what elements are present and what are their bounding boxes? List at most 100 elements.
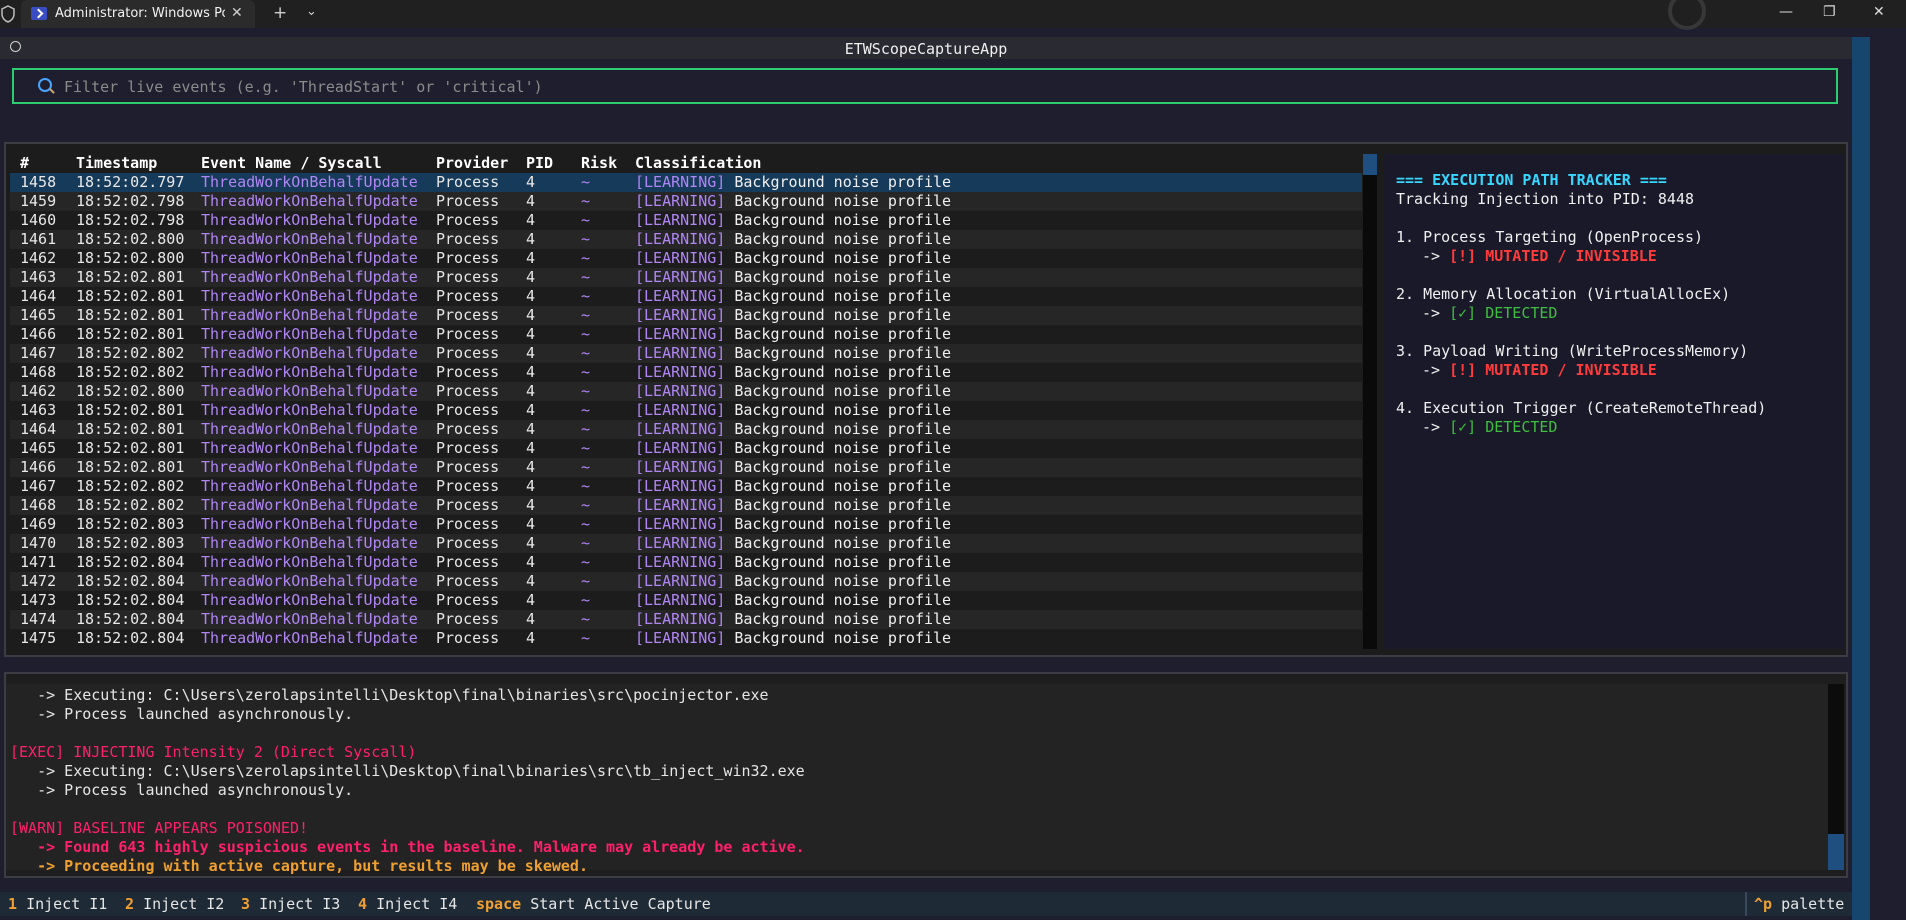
table-row[interactable]: 1463 18:52:02.801 ThreadWorkOnBehalfUpdate… (10, 268, 1362, 287)
log-line: [WARN] BASELINE APPEARS POISONED! (10, 819, 309, 837)
table-row[interactable]: 1459 18:52:02.798 ThreadWorkOnBehalfUpdate… (10, 192, 1362, 211)
tab-title: Administrator: Windows PowerShell (55, 6, 225, 21)
table-row[interactable]: 1466 18:52:02.801 ThreadWorkOnBehalfUpdate… (10, 325, 1362, 344)
cell-pid: 4 (526, 553, 536, 571)
cell-risk: ~ (581, 211, 591, 229)
table-row[interactable]: 1465 18:52:02.801 ThreadWorkOnBehalfUpdate… (10, 439, 1362, 458)
cell-num: 1466 (20, 458, 57, 476)
table-row[interactable]: 1468 18:52:02.802 ThreadWorkOnBehalfUpdate… (10, 496, 1362, 515)
column-header[interactable]: Timestamp (76, 154, 157, 173)
maximize-button[interactable]: ❐ (1823, 4, 1836, 20)
palette-button[interactable]: ^p palette (1754, 895, 1844, 913)
status-mutated: [!] MUTATED / INVISIBLE (1449, 247, 1657, 265)
table-row[interactable]: 1464 18:52:02.801 ThreadWorkOnBehalfUpdate… (10, 420, 1362, 439)
column-header[interactable]: # (20, 154, 29, 173)
cell-classification: [LEARNING] Background noise profile (635, 382, 951, 401)
table-row[interactable]: 1467 18:52:02.802 ThreadWorkOnBehalfUpdate… (10, 344, 1362, 363)
column-header[interactable]: Risk (581, 154, 617, 173)
column-header[interactable]: Provider (436, 154, 508, 173)
cell-num: 1468 (20, 363, 57, 381)
table-row[interactable]: 1467 18:52:02.802 ThreadWorkOnBehalfUpdate… (10, 477, 1362, 496)
classification-text: Background noise profile (734, 382, 952, 400)
table-row[interactable]: 1466 18:52:02.801 ThreadWorkOnBehalfUpdate… (10, 458, 1362, 477)
cell-ts: 18:52:02.801 (76, 458, 185, 476)
cell-ts: 18:52:02.800 (76, 249, 185, 267)
table-row[interactable]: 1473 18:52:02.804 ThreadWorkOnBehalfUpdate… (10, 591, 1362, 610)
cell-event: ThreadWorkOnBehalfUpdate (201, 439, 418, 457)
footer-item-inject-i3[interactable]: 3 Inject I3 (241, 895, 340, 913)
column-header[interactable]: PID (526, 154, 553, 173)
cell-risk: ~ (581, 629, 591, 647)
table-row[interactable]: 1470 18:52:02.803 ThreadWorkOnBehalfUpdate… (10, 534, 1362, 553)
tab-close-button[interactable]: ✕ (231, 5, 243, 21)
terminal-tab[interactable]: Administrator: Windows PowerShell ✕ (21, 0, 255, 28)
terminal-scrollbar[interactable] (1852, 37, 1870, 920)
cell-num: 1461 (20, 230, 57, 248)
cell-event: ThreadWorkOnBehalfUpdate (201, 325, 418, 343)
search-icon (38, 78, 52, 92)
classification-text: Background noise profile (734, 515, 952, 533)
cell-risk: ~ (581, 268, 591, 286)
cell-num: 1469 (20, 515, 57, 533)
cell-pid: 4 (526, 230, 536, 248)
tab-dropdown-button[interactable]: ⌄ (306, 4, 317, 19)
table-row[interactable]: 1463 18:52:02.801 ThreadWorkOnBehalfUpdate… (10, 401, 1362, 420)
cell-event: ThreadWorkOnBehalfUpdate (201, 211, 418, 229)
table-row[interactable]: 1464 18:52:02.801 ThreadWorkOnBehalfUpdate… (10, 287, 1362, 306)
minimize-button[interactable]: — (1779, 4, 1793, 20)
cell-provider: Process (436, 173, 500, 191)
classification-tag: [LEARNING] (635, 306, 726, 324)
cell-provider: Process (436, 268, 500, 286)
table-row[interactable]: 1474 18:52:02.804 ThreadWorkOnBehalfUpdate… (10, 610, 1362, 629)
cell-risk: ~ (581, 515, 591, 533)
cell-ts: 18:52:02.801 (76, 401, 185, 419)
cell-num: 1458 (20, 173, 57, 191)
footer-item-inject-i4[interactable]: 4 Inject I4 (358, 895, 457, 913)
log-line: -> Proceeding with active capture, but r… (10, 857, 588, 875)
cell-pid: 4 (526, 363, 536, 381)
events-scrollbar[interactable] (1363, 154, 1377, 649)
classification-tag: [LEARNING] (635, 268, 726, 286)
table-row[interactable]: 1468 18:52:02.802 ThreadWorkOnBehalfUpdate… (10, 363, 1362, 382)
table-row[interactable]: 1458 18:52:02.797 ThreadWorkOnBehalfUpdate… (10, 173, 1362, 192)
scrollbar-thumb[interactable] (1363, 154, 1377, 175)
classification-tag: [LEARNING] (635, 420, 726, 438)
cell-pid: 4 (526, 420, 536, 438)
new-tab-button[interactable]: + (273, 3, 287, 23)
classification-tag: [LEARNING] (635, 192, 726, 210)
classification-tag: [LEARNING] (635, 496, 726, 514)
table-row[interactable]: 1469 18:52:02.803 ThreadWorkOnBehalfUpdate… (10, 515, 1362, 534)
cell-num: 1465 (20, 439, 57, 457)
log-scrollbar[interactable] (1828, 684, 1844, 870)
cell-ts: 18:52:02.801 (76, 325, 185, 343)
classification-text: Background noise profile (734, 458, 952, 476)
cell-pid: 4 (526, 496, 536, 514)
table-row[interactable]: 1465 18:52:02.801 ThreadWorkOnBehalfUpdate… (10, 306, 1362, 325)
filter-input[interactable] (62, 74, 1766, 100)
table-row[interactable]: 1462 18:52:02.800 ThreadWorkOnBehalfUpdate… (10, 382, 1362, 401)
cell-pid: 4 (526, 287, 536, 305)
cell-provider: Process (436, 553, 500, 571)
cell-pid: 4 (526, 610, 536, 628)
column-header[interactable]: Event Name / Syscall (201, 154, 382, 173)
app-title: ETWScopeCaptureApp (844, 40, 1008, 58)
cell-ts: 18:52:02.804 (76, 553, 185, 571)
close-button[interactable]: ✕ (1873, 4, 1885, 20)
table-row[interactable]: 1475 18:52:02.804 ThreadWorkOnBehalfUpdate… (10, 629, 1362, 648)
table-row[interactable]: 1462 18:52:02.800 ThreadWorkOnBehalfUpdate… (10, 249, 1362, 268)
classification-text: Background noise profile (734, 534, 952, 552)
column-header[interactable]: Classification (635, 154, 761, 173)
scrollbar-thumb[interactable] (1828, 834, 1844, 870)
footer-item-inject-i1[interactable]: 1 Inject I1 (8, 895, 107, 913)
cell-classification: [LEARNING] Background noise profile (635, 230, 951, 249)
cell-risk: ~ (581, 230, 591, 248)
footer-item-inject-i2[interactable]: 2 Inject I2 (125, 895, 224, 913)
table-row[interactable]: 1471 18:52:02.804 ThreadWorkOnBehalfUpdate… (10, 553, 1362, 572)
table-row[interactable]: 1461 18:52:02.800 ThreadWorkOnBehalfUpdate… (10, 230, 1362, 249)
table-row[interactable]: 1460 18:52:02.798 ThreadWorkOnBehalfUpdate… (10, 211, 1362, 230)
footer-key: 4 (358, 895, 368, 913)
footer-item-start-capture[interactable]: space Start Active Capture (476, 895, 711, 913)
filter-box[interactable] (12, 68, 1838, 104)
table-row[interactable]: 1472 18:52:02.804 ThreadWorkOnBehalfUpdate… (10, 572, 1362, 591)
cell-event: ThreadWorkOnBehalfUpdate (201, 496, 418, 514)
